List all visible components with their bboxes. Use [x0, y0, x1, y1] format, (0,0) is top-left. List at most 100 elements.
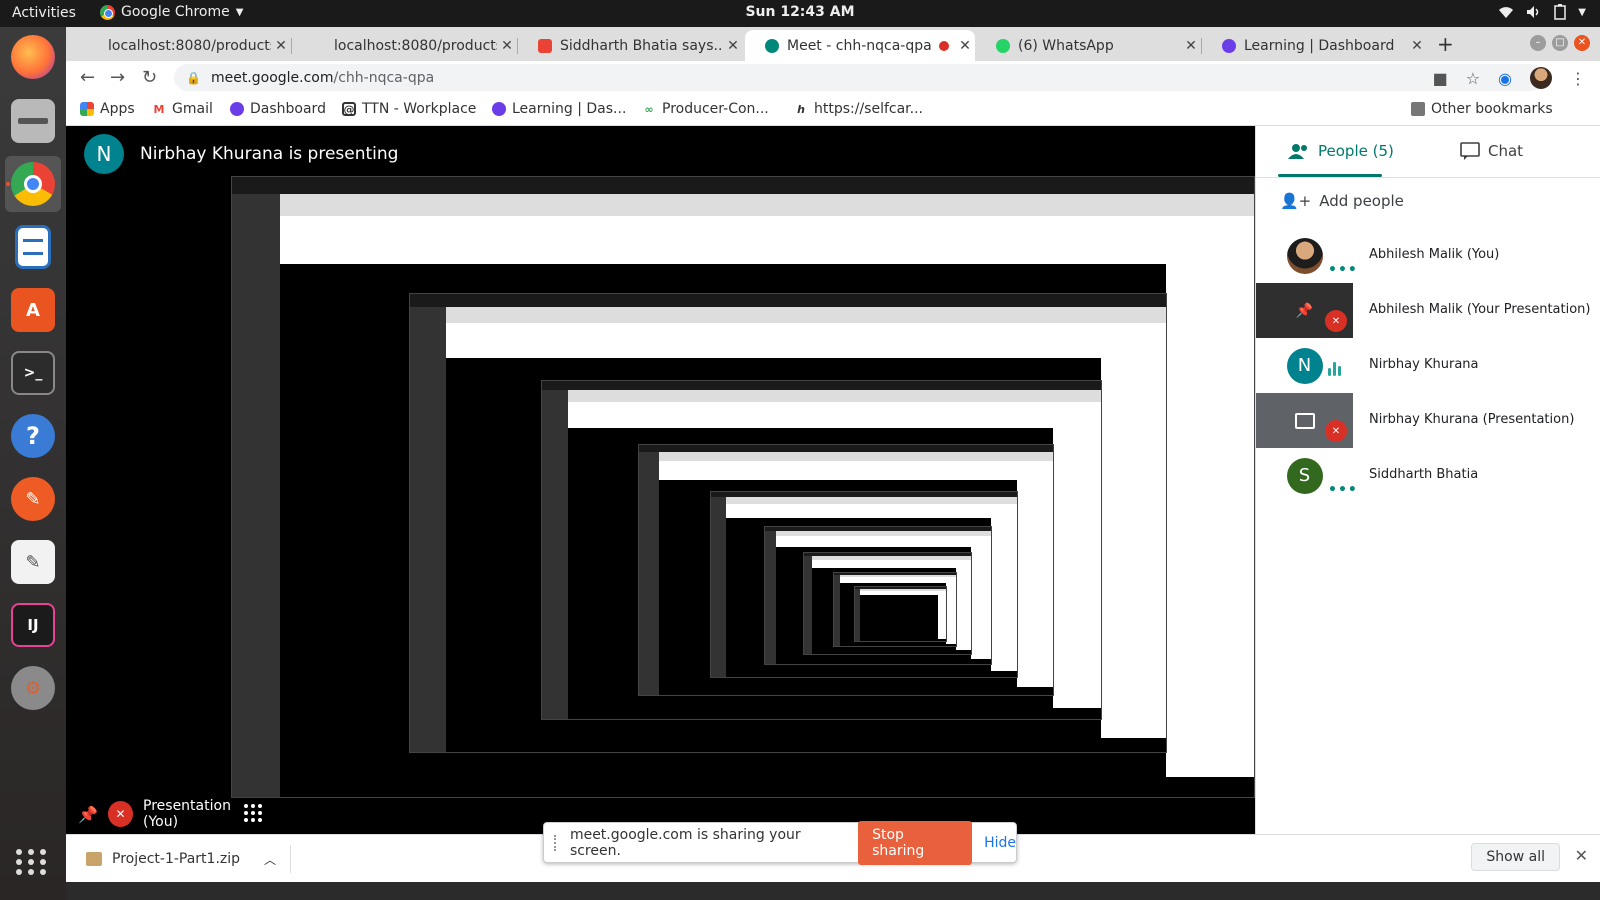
participant-list: ••• Abhilesh Malik (You) 📌 ✕ Abhilesh Ma… — [1256, 228, 1600, 503]
bookmark-producer[interactable]: ∞ Producer-Con... — [642, 101, 768, 117]
dock-settings[interactable]: ⚙ — [5, 660, 61, 716]
chat-icon — [1460, 142, 1480, 160]
bookmark-star-icon[interactable]: ☆ — [1466, 69, 1480, 88]
meet-icon — [765, 38, 779, 53]
more-options-icon[interactable] — [244, 804, 262, 822]
url-path: /chh-nqca-qpa — [333, 69, 435, 86]
reload-button[interactable]: ↻ — [142, 67, 157, 88]
tab-learning[interactable]: Learning | Dashboard ✕ — [1202, 30, 1427, 61]
dock-chrome[interactable] — [5, 156, 61, 212]
close-tab-icon[interactable]: ✕ — [1181, 38, 1201, 54]
pin-icon: 📌 — [1295, 302, 1314, 319]
tab-localhost-1[interactable]: localhost:8080/products ✕ — [66, 30, 291, 61]
help-icon: ? — [11, 414, 55, 458]
bookmark-dashboard[interactable]: Dashboard — [230, 101, 326, 117]
more-icon[interactable]: ••• — [1328, 262, 1358, 278]
pin-icon[interactable]: 📌 — [78, 805, 98, 824]
tab-gmail[interactable]: Siddharth Bhatia says... ✕ — [518, 30, 743, 61]
active-tab-indicator — [1278, 174, 1382, 177]
add-people-button[interactable]: 👤+ Add people — [1280, 192, 1404, 210]
bookmark-label: Other bookmarks — [1431, 101, 1553, 117]
close-shelf-icon[interactable]: ✕ — [1575, 846, 1588, 865]
clock[interactable]: Sun 12:43 AM — [745, 4, 854, 20]
download-filename: Project-1-Part1.zip — [112, 851, 241, 867]
dock-help[interactable]: ? — [5, 408, 61, 464]
camera-in-use-icon[interactable]: ■ — [1433, 69, 1448, 88]
desktop-background — [66, 882, 1600, 900]
close-tab-icon[interactable]: ✕ — [1407, 38, 1427, 54]
tab-people[interactable]: People (5) — [1288, 142, 1394, 160]
self-presentation-tile: 📌 ✕ Presentation (You) — [66, 794, 266, 834]
tab-meet[interactable]: Meet - chh-nqca-qpa ✕ — [745, 30, 975, 61]
other-bookmarks[interactable]: Other bookmarks — [1411, 101, 1553, 117]
dashboard-icon — [230, 102, 244, 116]
chat-tab-label: Chat — [1488, 142, 1524, 160]
tab-whatsapp[interactable]: (6) WhatsApp ✕ — [976, 30, 1201, 61]
forward-button[interactable]: → — [110, 67, 125, 88]
participant-row[interactable]: 📌 ✕ Abhilesh Malik (Your Presentation) — [1256, 283, 1600, 338]
bookmark-learning[interactable]: Learning | Das... — [492, 101, 626, 117]
profile-avatar[interactable] — [1530, 67, 1552, 89]
selfcare-icon: h — [797, 102, 805, 116]
meet-stage: N Nirbhay Khurana is presenting 📌 ✕ Pres… — [66, 126, 1255, 834]
new-tab-button[interactable]: + — [1437, 32, 1454, 56]
workplace-icon: @ — [342, 102, 356, 116]
back-button[interactable]: ← — [80, 67, 95, 88]
stop-sharing-button[interactable]: Stop sharing — [858, 820, 973, 865]
app-menu[interactable]: Google Chrome ▼ — [100, 4, 243, 20]
close-tab-icon[interactable]: ✕ — [271, 38, 291, 54]
hide-banner-button[interactable]: Hide — [984, 835, 1016, 851]
address-bar[interactable]: 🔒 meet.google.com /chh-nqca-qpa — [174, 64, 1544, 91]
chevron-up-icon[interactable]: ︿ — [264, 851, 276, 868]
bookmark-selfcare[interactable]: h https://selfcar... — [794, 101, 923, 117]
dock-firefox[interactable] — [5, 29, 61, 85]
participant-name: Nirbhay Khurana (Presentation) — [1369, 412, 1575, 427]
dock-postman[interactable]: ✎ — [5, 471, 61, 527]
bookmark-ttn-workplace[interactable]: @ TTN - Workplace — [342, 101, 476, 117]
dock-intellij[interactable]: IJ — [5, 597, 61, 653]
system-tray[interactable]: ▼ — [1498, 4, 1586, 20]
participant-row[interactable]: ••• Abhilesh Malik (You) — [1256, 228, 1600, 283]
bookmark-gmail[interactable]: M Gmail — [152, 101, 213, 117]
nested-screen-frame — [854, 585, 947, 642]
minimize-button[interactable]: – — [1530, 35, 1546, 51]
apps-icon — [80, 102, 94, 116]
dock-text-editor[interactable]: ✎ — [5, 534, 61, 590]
bookmark-apps[interactable]: Apps — [80, 101, 135, 117]
learning-icon — [492, 102, 506, 116]
people-panel: People (5) Chat 👤+ Add people ••• Abhile… — [1255, 126, 1600, 834]
bookmark-label: https://selfcar... — [814, 101, 924, 117]
download-item[interactable]: Project-1-Part1.zip ︿ — [86, 845, 291, 873]
menu-kebab-icon[interactable]: ⋮ — [1570, 69, 1586, 88]
dock-software[interactable]: A — [5, 282, 61, 338]
add-person-icon: 👤+ — [1280, 192, 1312, 210]
extension-icon[interactable]: ◉ — [1498, 69, 1512, 88]
activities-button[interactable]: Activities — [12, 5, 76, 21]
more-icon[interactable]: ••• — [1328, 482, 1358, 498]
tab-title: localhost:8080/products — [334, 37, 497, 54]
bookmarks-bar: Apps M Gmail Dashboard @ TTN - Workplace… — [66, 94, 1600, 126]
maximize-button[interactable]: □ — [1552, 35, 1568, 51]
mic-muted-icon: ✕ — [107, 801, 134, 827]
tab-chat[interactable]: Chat — [1460, 142, 1523, 160]
dock-files[interactable] — [5, 93, 61, 149]
tab-localhost-2[interactable]: localhost:8080/products ✕ — [292, 30, 517, 61]
show-applications-button[interactable] — [14, 844, 50, 880]
add-people-label: Add people — [1319, 192, 1404, 210]
participant-row[interactable]: S ••• Siddharth Bhatia — [1256, 448, 1600, 503]
app-menu-label: Google Chrome — [121, 4, 230, 20]
zip-file-icon — [86, 852, 102, 866]
avatar — [1286, 237, 1323, 274]
dock-terminal[interactable]: >_ — [5, 345, 61, 401]
drag-handle-icon[interactable] — [554, 834, 558, 851]
participant-row[interactable]: N Nirbhay Khurana — [1256, 338, 1600, 393]
mic-muted-icon: ✕ — [1325, 420, 1347, 442]
participant-row[interactable]: ✕ Nirbhay Khurana (Presentation) — [1256, 393, 1600, 448]
close-tab-icon[interactable]: ✕ — [955, 38, 975, 54]
participant-name: Nirbhay Khurana — [1369, 357, 1479, 372]
close-tab-icon[interactable]: ✕ — [497, 38, 517, 54]
show-all-button[interactable]: Show all — [1471, 843, 1560, 871]
close-tab-icon[interactable]: ✕ — [723, 38, 743, 54]
close-window-button[interactable]: ✕ — [1574, 35, 1590, 51]
dock-writer[interactable] — [5, 219, 61, 275]
